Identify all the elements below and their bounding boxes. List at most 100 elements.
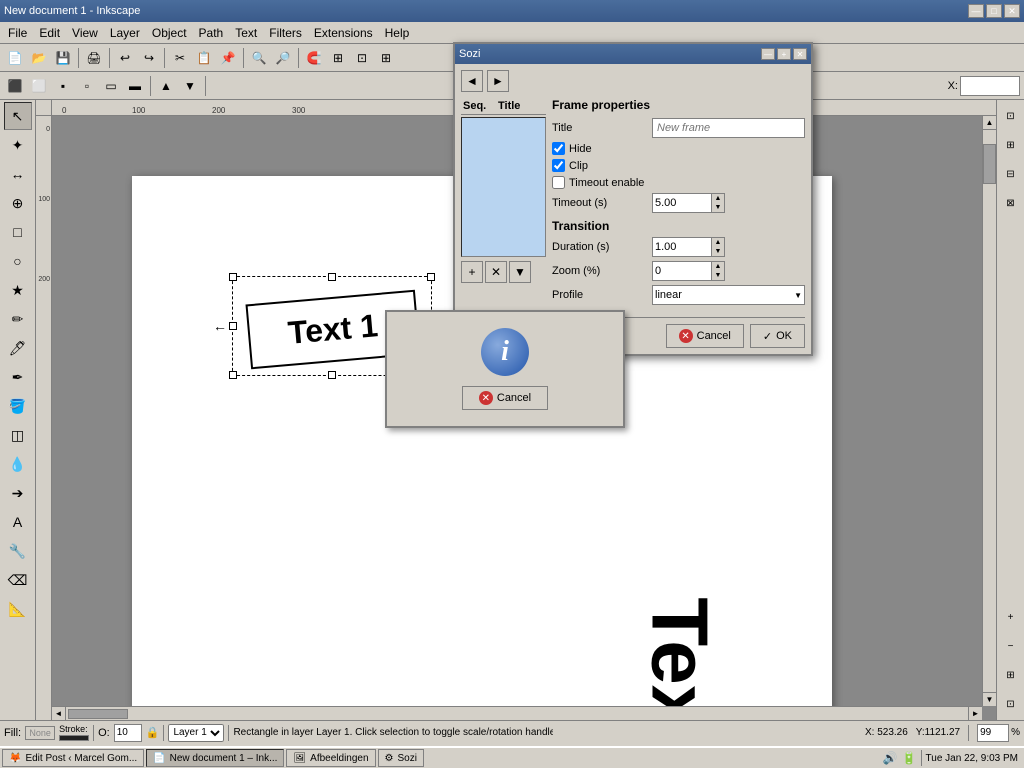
sozi-cancel-btn[interactable]: ✕ Cancel	[666, 324, 744, 348]
timeout-check-label[interactable]: Timeout enable	[552, 176, 644, 189]
menu-file[interactable]: File	[2, 24, 33, 42]
sozi-title-bar[interactable]: Sozi — + ✕	[455, 44, 811, 64]
circle-tool[interactable]: ○	[4, 247, 32, 275]
taskbar-sozi[interactable]: ⚙ Sozi	[378, 749, 424, 767]
maximize-button[interactable]: □	[986, 4, 1002, 18]
duration-input[interactable]	[652, 237, 712, 257]
snap-btn[interactable]: 🧲	[303, 47, 325, 69]
sozi-maximize-btn[interactable]: +	[777, 48, 791, 60]
dropper-tool[interactable]: 💧	[4, 450, 32, 478]
save-btn[interactable]: 💾	[52, 47, 74, 69]
gradient-tool[interactable]: ◫	[4, 421, 32, 449]
print-btn[interactable]: 🖨	[83, 47, 105, 69]
duration-up[interactable]: ▲	[712, 238, 724, 247]
spray-tool[interactable]: 🔧	[4, 537, 32, 565]
cancel-dialog-btn[interactable]: ✕ Cancel	[462, 386, 548, 410]
align-left-btn[interactable]: ⬛	[4, 75, 26, 97]
minimize-button[interactable]: —	[968, 4, 984, 18]
opacity-input[interactable]	[114, 724, 142, 742]
rt-btn-2[interactable]: ⊞	[997, 131, 1024, 159]
sozi-minimize-btn[interactable]: —	[761, 48, 775, 60]
taskbar-images[interactable]: 🖼 Afbeeldingen	[286, 749, 375, 767]
pen-tool[interactable]: 🖊	[4, 334, 32, 362]
undo-btn[interactable]: ↩	[114, 47, 136, 69]
menu-path[interactable]: Path	[193, 24, 230, 42]
paint-bucket-tool[interactable]: 🪣	[4, 392, 32, 420]
scroll-up-btn[interactable]: ▲	[983, 116, 996, 130]
sozi-ok-btn[interactable]: ✓ OK	[750, 324, 805, 348]
sozi-close-btn[interactable]: ✕	[793, 48, 807, 60]
rect-tool[interactable]: □	[4, 218, 32, 246]
align-center-btn[interactable]: ⬜	[28, 75, 50, 97]
rt-btn-4[interactable]: ⊠	[997, 189, 1024, 217]
text-tool[interactable]: A	[4, 508, 32, 536]
stroke-color-box[interactable]	[59, 735, 89, 741]
zoom-input-sozi[interactable]	[652, 261, 712, 281]
tweak-tool[interactable]: ↔	[4, 160, 32, 188]
handle-tr[interactable]	[427, 273, 435, 281]
sozi-back-btn[interactable]: ◄	[461, 70, 483, 92]
timeout-s-up[interactable]: ▲	[712, 194, 724, 203]
handle-bl[interactable]	[229, 371, 237, 379]
eraser-tool[interactable]: ⌫	[4, 566, 32, 594]
snap-bottom-btn[interactable]: −	[997, 632, 1024, 660]
zoom-in-btn[interactable]: 🔍	[248, 47, 270, 69]
new-btn[interactable]: 📄	[4, 47, 26, 69]
rt-snap-btn[interactable]: ⊡	[997, 690, 1024, 718]
remove-frame-btn[interactable]: ✕	[485, 261, 507, 283]
handle-ml[interactable]	[229, 322, 237, 330]
ungroup-btn[interactable]: ⊞	[375, 47, 397, 69]
handle-bc[interactable]	[328, 371, 336, 379]
zoom-input[interactable]	[977, 724, 1009, 742]
zoom-tool[interactable]: ⊕	[4, 189, 32, 217]
dist-h-btn[interactable]: ▭	[100, 75, 122, 97]
raise-btn[interactable]: ▲	[155, 75, 177, 97]
timeout-s-input[interactable]	[652, 193, 712, 213]
redo-btn[interactable]: ↪	[138, 47, 160, 69]
add-frame-btn[interactable]: +	[461, 261, 483, 283]
menu-help[interactable]: Help	[379, 24, 416, 42]
taskbar-firefox[interactable]: 🦊 Edit Post ‹ Marcel Gom...	[2, 749, 144, 767]
snap-top-btn[interactable]: +	[997, 603, 1024, 631]
x-input[interactable]: 100.740	[960, 76, 1020, 96]
node-tool[interactable]: ✦	[4, 131, 32, 159]
hide-checkbox[interactable]	[552, 142, 565, 155]
menu-object[interactable]: Object	[146, 24, 193, 42]
frame-list-content[interactable]	[461, 117, 546, 257]
profile-select[interactable]: linear ▼	[652, 285, 805, 305]
zoom-down[interactable]: ▼	[712, 271, 724, 280]
menu-layer[interactable]: Layer	[104, 24, 146, 42]
fill-color-box[interactable]: None	[25, 726, 55, 740]
bottom-scrollbar[interactable]: ◄ ►	[52, 706, 982, 720]
open-btn[interactable]: 📂	[28, 47, 50, 69]
rt-grid-btn[interactable]: ⊞	[997, 661, 1024, 689]
copy-btn[interactable]: 📋	[193, 47, 215, 69]
scroll-thumb-v[interactable]	[983, 144, 996, 184]
connector-tool[interactable]: ➔	[4, 479, 32, 507]
group-btn[interactable]: ⊡	[351, 47, 373, 69]
close-button[interactable]: ✕	[1004, 4, 1020, 18]
handle-tc[interactable]	[328, 273, 336, 281]
cut-btn[interactable]: ✂	[169, 47, 191, 69]
calligraphy-tool[interactable]: ✒	[4, 363, 32, 391]
timeout-s-down[interactable]: ▼	[712, 203, 724, 212]
handle-tl[interactable]	[229, 273, 237, 281]
paste-btn[interactable]: 📌	[217, 47, 239, 69]
menu-view[interactable]: View	[66, 24, 104, 42]
move-frame-btn[interactable]: ▼	[509, 261, 531, 283]
sozi-forward-btn[interactable]: ►	[487, 70, 509, 92]
scroll-left-btn[interactable]: ◄	[52, 707, 66, 720]
select-tool[interactable]: ↖	[4, 102, 32, 130]
zoom-up[interactable]: ▲	[712, 262, 724, 271]
rt-btn-3[interactable]: ⊟	[997, 160, 1024, 188]
taskbar-inkscape[interactable]: 📄 New document 1 – Ink...	[146, 749, 284, 767]
dist-v-btn[interactable]: ▬	[124, 75, 146, 97]
align-right-btn[interactable]: ▪	[52, 75, 74, 97]
pencil-tool[interactable]: ✏	[4, 305, 32, 333]
scroll-thumb-h[interactable]	[68, 709, 128, 719]
scroll-right-btn[interactable]: ►	[968, 707, 982, 720]
star-tool[interactable]: ★	[4, 276, 32, 304]
align-top-btn[interactable]: ▫	[76, 75, 98, 97]
layer-select[interactable]: Layer 1	[168, 724, 224, 742]
title-prop-input[interactable]	[652, 118, 805, 138]
